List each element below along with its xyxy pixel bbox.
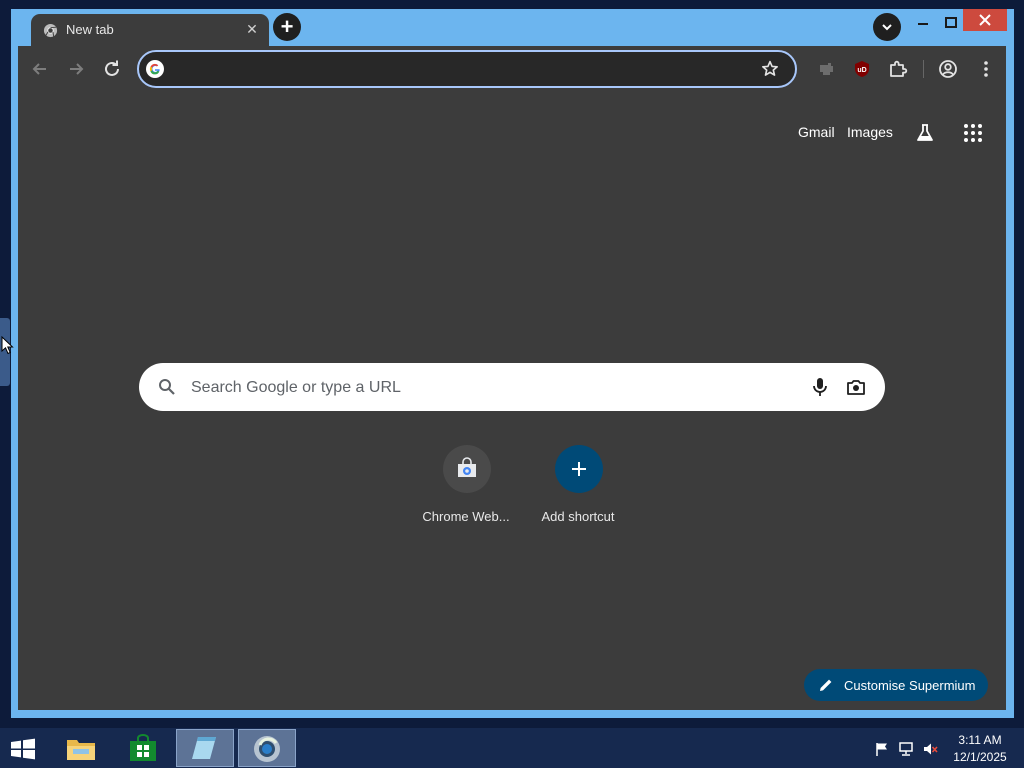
- shortcut-chrome-web-store[interactable]: Chrome Web...: [406, 445, 526, 525]
- shortcut-tile: [555, 445, 603, 493]
- window-close-button[interactable]: [963, 9, 1007, 31]
- more-menu-icon[interactable]: [974, 57, 998, 81]
- close-icon: [979, 14, 991, 26]
- pencil-icon: [820, 679, 832, 691]
- search-placeholder: Search Google or type a URL: [191, 379, 401, 396]
- google-apps-grid-icon[interactable]: [962, 122, 984, 144]
- volume-muted-icon[interactable]: [922, 741, 938, 757]
- taskbar-supermium[interactable]: [238, 729, 296, 767]
- search-icon: [159, 379, 175, 395]
- chrome-web-store-icon: [458, 457, 476, 477]
- clock-time[interactable]: 3:11 AM: [944, 733, 1016, 747]
- bookmark-star-icon[interactable]: [759, 58, 781, 80]
- chevron-down-icon: [882, 24, 892, 31]
- back-button[interactable]: [28, 57, 52, 81]
- google-search-box[interactable]: Search Google or type a URL: [139, 363, 885, 411]
- forward-button[interactable]: [64, 57, 88, 81]
- images-link[interactable]: Images: [847, 124, 893, 140]
- customise-label: Customise Supermium: [844, 678, 976, 693]
- profile-icon[interactable]: [936, 57, 960, 81]
- notepad-icon: [192, 737, 216, 759]
- title-bar[interactable]: New tab ✕ +: [11, 9, 1014, 47]
- tab-close-icon[interactable]: ✕: [244, 21, 260, 38]
- svg-text:uD: uD: [857, 67, 866, 74]
- tab-search-button[interactable]: [873, 13, 901, 41]
- browser-toolbar: uD: [18, 46, 1006, 92]
- chromium-icon: [43, 23, 58, 38]
- extension-icon[interactable]: [814, 57, 838, 81]
- store-bag-icon: [130, 734, 156, 761]
- address-input[interactable]: [173, 58, 733, 80]
- clock-date[interactable]: 12/1/2025: [944, 750, 1016, 764]
- taskbar: 3:11 AM 12/1/2025: [0, 728, 1024, 768]
- gmail-link[interactable]: Gmail: [798, 124, 835, 140]
- customise-button[interactable]: Customise Supermium: [804, 669, 988, 701]
- action-center-flag-icon[interactable]: [874, 741, 890, 757]
- ublock-origin-icon[interactable]: uD: [850, 57, 874, 81]
- toolbar-divider: [923, 60, 924, 78]
- shortcut-label: Chrome Web...: [422, 509, 510, 524]
- new-tab-page: Gmail Images Search Google or type a URL: [18, 92, 1006, 710]
- taskbar-file-explorer[interactable]: [52, 729, 110, 767]
- camera-search-icon[interactable]: [845, 376, 867, 398]
- network-icon[interactable]: [898, 741, 914, 757]
- maximize-button[interactable]: [939, 11, 963, 35]
- tab-title: New tab: [66, 22, 114, 37]
- new-tab-button[interactable]: +: [273, 13, 301, 41]
- supermium-browser-icon: [254, 736, 280, 762]
- plus-icon: [572, 462, 586, 476]
- extensions-puzzle-icon[interactable]: [886, 57, 910, 81]
- taskbar-store[interactable]: [114, 729, 172, 767]
- tab-new-tab[interactable]: New tab ✕: [31, 14, 269, 47]
- add-shortcut-button[interactable]: Add shortcut: [518, 445, 638, 525]
- reload-button[interactable]: [100, 57, 124, 81]
- shortcut-tile: [443, 445, 491, 493]
- mouse-cursor-icon: [1, 336, 14, 355]
- shortcut-label: Add shortcut: [541, 509, 615, 524]
- windows-start-icon[interactable]: [6, 734, 40, 764]
- voice-search-mic-icon[interactable]: [809, 376, 831, 398]
- minimize-button[interactable]: [911, 11, 935, 35]
- browser-window: New tab ✕ + uD Gmail Images Search Googl…: [11, 9, 1014, 718]
- labs-flask-icon[interactable]: [914, 122, 936, 144]
- folder-icon: [67, 740, 95, 760]
- address-bar[interactable]: [137, 50, 797, 88]
- google-g-icon: [146, 60, 164, 78]
- taskbar-notepad[interactable]: [176, 729, 234, 767]
